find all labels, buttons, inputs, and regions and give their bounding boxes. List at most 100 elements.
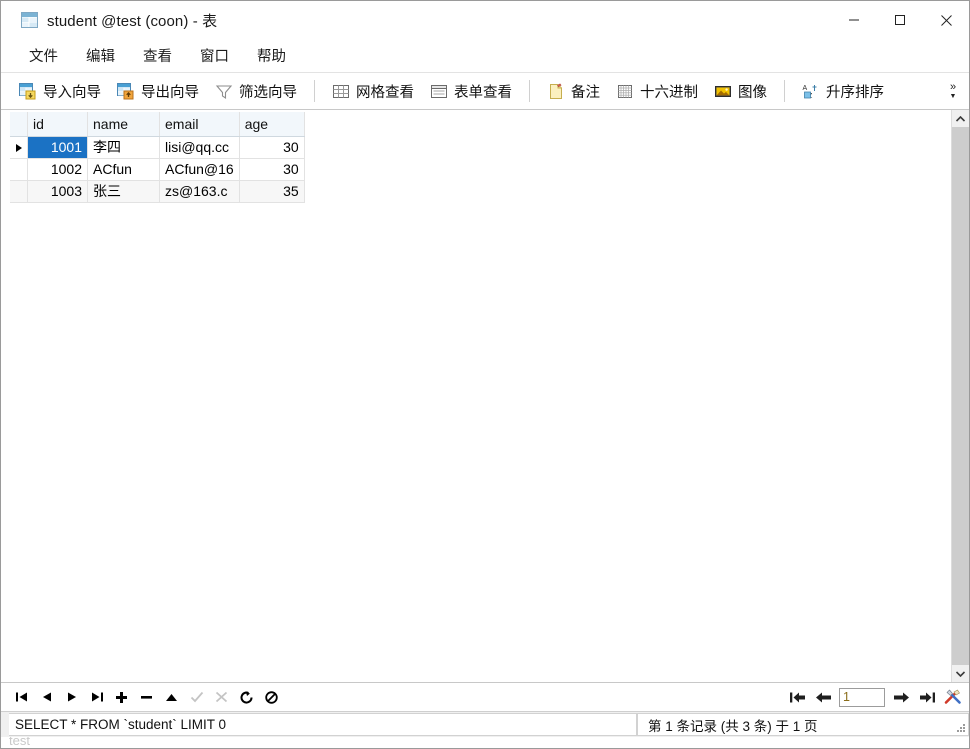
- status-bar-overflow-strip: test: [1, 737, 969, 748]
- resize-grip[interactable]: [955, 722, 965, 732]
- sort-ascending-icon: A Z: [802, 83, 820, 100]
- grid-view-icon: [332, 83, 350, 100]
- filter-wizard-button[interactable]: 筛选向导: [207, 76, 305, 106]
- window-title: student @test (coon) - 表: [47, 12, 218, 30]
- minimize-button[interactable]: [831, 1, 877, 39]
- vertical-scrollbar[interactable]: [951, 110, 969, 682]
- next-record-button[interactable]: [59, 685, 84, 709]
- row-marker[interactable]: [10, 158, 28, 181]
- image-label: 图像: [738, 84, 767, 101]
- maximize-button[interactable]: [877, 1, 923, 39]
- export-wizard-icon: [117, 82, 135, 100]
- svg-text:A: A: [803, 85, 808, 92]
- form-view-icon: [430, 83, 448, 100]
- export-wizard-button[interactable]: 导出向导: [109, 76, 207, 106]
- image-button[interactable]: 图像: [706, 76, 775, 106]
- status-bar: SELECT * FROM `student` LIMIT 0 第 1 条记录 …: [1, 712, 969, 737]
- previous-page-button[interactable]: [811, 685, 836, 709]
- vertical-scrollbar-thumb[interactable]: [952, 127, 969, 665]
- chevron-down-icon: ▼: [949, 93, 957, 101]
- hex-label: 十六进制: [640, 84, 698, 101]
- memo-button[interactable]: 备注: [539, 76, 608, 106]
- scroll-up-button[interactable]: [952, 110, 969, 127]
- cell-age[interactable]: 35: [239, 180, 305, 203]
- last-record-button[interactable]: [84, 685, 109, 709]
- toolbar-overflow-chevrons: »: [949, 81, 957, 94]
- window-controls: [831, 1, 969, 39]
- table-row[interactable]: 1003 张三 zs@163.c 35: [10, 180, 305, 203]
- cell-id[interactable]: 1002: [27, 158, 88, 181]
- page-navigation: [785, 685, 965, 709]
- menu-file[interactable]: 文件: [15, 41, 72, 70]
- toolbar-separator-1: [314, 80, 315, 102]
- current-row-arrow-icon: [16, 144, 22, 153]
- title-bar-left: student @test (coon) - 表: [1, 10, 217, 31]
- add-record-button[interactable]: [109, 685, 134, 709]
- table-row[interactable]: 1002 ACfun ACfun@16 30: [10, 158, 305, 181]
- next-page-button[interactable]: [888, 685, 913, 709]
- cell-age[interactable]: 30: [239, 158, 305, 181]
- delete-record-button[interactable]: [134, 685, 159, 709]
- cell-email[interactable]: ACfun@16: [159, 158, 240, 181]
- data-grid-scroll-region[interactable]: id name email age 1001 李四 lisi@qq.cc 30: [1, 110, 951, 682]
- toolbar-overflow-button[interactable]: » ▼: [943, 75, 963, 107]
- import-wizard-button[interactable]: 导入向导: [11, 76, 109, 106]
- stop-button[interactable]: [259, 685, 284, 709]
- memo-icon: [547, 83, 565, 100]
- hex-button[interactable]: 十六进制: [608, 76, 706, 106]
- close-button[interactable]: [923, 1, 969, 39]
- grid-view-label: 网格查看: [356, 84, 414, 101]
- menu-window[interactable]: 窗口: [186, 41, 243, 70]
- data-grid-area: id name email age 1001 李四 lisi@qq.cc 30: [1, 110, 969, 683]
- grid-view-button[interactable]: 网格查看: [324, 76, 422, 106]
- apply-change-button[interactable]: [159, 685, 184, 709]
- sort-ascending-label: 升序排序: [826, 84, 884, 101]
- last-page-button[interactable]: [914, 685, 939, 709]
- toolbar: 导入向导 导出向导 筛选向导 网格查看 表单查看 备注 十六进制 图像 A 升序…: [1, 72, 969, 110]
- menu-help[interactable]: 帮助: [243, 41, 300, 70]
- export-wizard-label: 导出向导: [141, 84, 199, 101]
- toolbar-separator-3: [784, 80, 785, 102]
- hex-icon: [616, 83, 634, 100]
- page-number-input[interactable]: [839, 687, 885, 707]
- confirm-edit-button[interactable]: [184, 685, 209, 709]
- form-view-button[interactable]: 表单查看: [422, 76, 520, 106]
- sort-ascending-button[interactable]: A Z 升序排序: [794, 76, 892, 106]
- scroll-down-button[interactable]: [952, 665, 969, 682]
- row-marker[interactable]: [10, 180, 28, 203]
- cell-email[interactable]: zs@163.c: [159, 180, 240, 203]
- grid-header-row: id name email age: [10, 112, 305, 137]
- table-row[interactable]: 1001 李四 lisi@qq.cc 30: [10, 136, 305, 159]
- table-window-icon: [21, 12, 38, 28]
- data-grid: id name email age 1001 李四 lisi@qq.cc 30: [10, 112, 305, 203]
- filter-wizard-label: 筛选向导: [239, 84, 297, 101]
- cell-name[interactable]: 李四: [87, 136, 160, 159]
- column-header-name[interactable]: name: [87, 112, 160, 137]
- row-marker-current[interactable]: [10, 136, 28, 159]
- import-wizard-label: 导入向导: [43, 84, 101, 101]
- cell-id[interactable]: 1001: [27, 136, 88, 159]
- menu-edit[interactable]: 编辑: [72, 41, 129, 70]
- cell-id[interactable]: 1003: [27, 180, 88, 203]
- refresh-button[interactable]: [234, 685, 259, 709]
- record-count-label: 第 1 条记录 (共 3 条) 于 1 页: [648, 718, 818, 734]
- title-bar: student @test (coon) - 表: [1, 1, 969, 39]
- hidden-tab-label: test: [9, 737, 30, 748]
- cancel-edit-button[interactable]: [209, 685, 234, 709]
- cell-age[interactable]: 30: [239, 136, 305, 159]
- first-page-button[interactable]: [785, 685, 810, 709]
- cell-email[interactable]: lisi@qq.cc: [159, 136, 240, 159]
- tools-button[interactable]: [940, 685, 965, 709]
- vertical-scrollbar-track[interactable]: [952, 127, 969, 665]
- image-icon: [714, 83, 732, 100]
- cell-name[interactable]: ACfun: [87, 158, 160, 181]
- main-window: student @test (coon) - 表 文件 编辑 查看 窗口 帮助: [0, 0, 970, 749]
- column-header-id[interactable]: id: [27, 112, 88, 137]
- column-header-age[interactable]: age: [239, 112, 305, 137]
- menu-view[interactable]: 查看: [129, 41, 186, 70]
- menu-bar: 文件 编辑 查看 窗口 帮助: [1, 39, 969, 72]
- previous-record-button[interactable]: [34, 685, 59, 709]
- cell-name[interactable]: 张三: [87, 180, 160, 203]
- first-record-button[interactable]: [9, 685, 34, 709]
- column-header-email[interactable]: email: [159, 112, 240, 137]
